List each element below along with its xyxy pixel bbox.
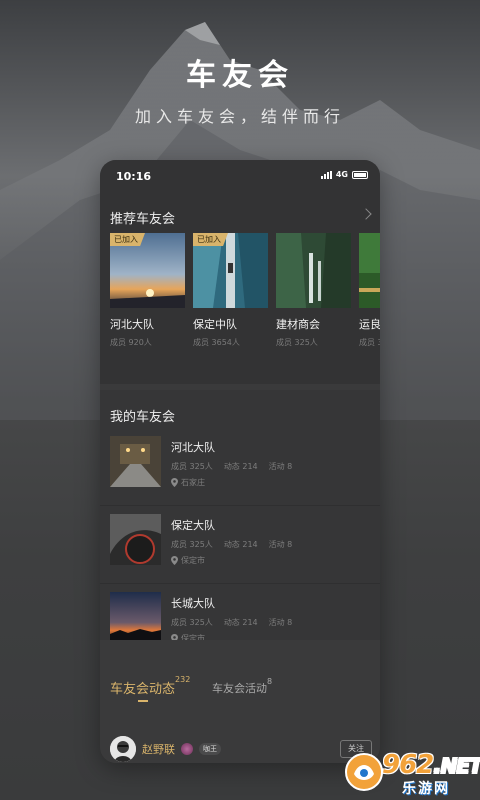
watermark-dot: .: [433, 754, 441, 779]
club-members: 成员 3654人: [193, 338, 240, 347]
tab-club-posts[interactable]: 车友会动态232: [110, 675, 191, 697]
club-stats: 成员 325人 动态 214 活动 8: [171, 461, 292, 472]
author-name[interactable]: 赵野联: [142, 741, 175, 757]
chevron-right-icon[interactable]: [360, 208, 372, 220]
network-type: 4G: [335, 170, 348, 179]
club-image-ice-road: 已加入: [193, 233, 268, 308]
event-count: 活动 8: [268, 462, 293, 471]
recommended-section: 推荐车友会 已加入 河北大队 成员 920人 已加入 保定中队 成员 3654人…: [100, 194, 380, 384]
author-level-badge: 咖王: [199, 743, 221, 755]
battery-icon: [352, 170, 368, 179]
recommended-card[interactable]: 已加入 河北大队 成员 920人: [110, 233, 185, 348]
club-thumbnail-dusk: [110, 592, 161, 643]
tab-indicator: [138, 700, 148, 702]
hero-title: 车友会: [186, 58, 294, 93]
tab-label: 车友会动态: [110, 682, 176, 697]
phone-screen: 10:16 4G 推荐车友会 已加入 河北大队 成员 920人 已加入 保定中队…: [100, 160, 380, 763]
status-bar: 10:16 4G: [100, 160, 380, 194]
signal-icon: [320, 170, 332, 179]
my-clubs-header: 我的车友会: [110, 410, 176, 425]
location-label: 石家庄: [181, 478, 205, 487]
club-location: 石家庄: [171, 477, 205, 488]
status-time: 10:16: [116, 170, 152, 183]
list-item[interactable]: 河北大队 成员 325人 动态 214 活动 8 石家庄: [100, 428, 380, 506]
member-count: 成员 325人: [171, 540, 213, 549]
member-count: 成员 325人: [171, 618, 213, 627]
location-pin-icon: [171, 556, 178, 565]
member-count: 成员 325人: [171, 462, 213, 471]
watermark-tld: NET: [440, 754, 480, 778]
status-icons: 4G: [320, 170, 368, 179]
club-image-forest: [359, 233, 380, 308]
tab-label: 车友会活动: [212, 682, 267, 695]
joined-badge: 已加入: [193, 233, 228, 246]
club-image-waterfall: [276, 233, 351, 308]
watermark-number: 962: [382, 750, 434, 780]
club-stats: 成员 325人 动态 214 活动 8: [171, 539, 292, 550]
feed-section: 车友会动态232 车友会活动8 赵野联 咖王 关注: [100, 640, 380, 763]
post-count: 动态 214: [223, 462, 258, 471]
club-name: 保定中队: [193, 318, 237, 331]
recommended-list: 已加入 河北大队 成员 920人 已加入 保定中队 成员 3654人 建材商会 …: [110, 233, 380, 348]
watermark-site-name: 乐游网: [402, 781, 450, 797]
location-label: 保定市: [181, 556, 205, 565]
club-location: 保定市: [171, 555, 205, 566]
post-count: 动态 214: [223, 618, 258, 627]
tab-club-events[interactable]: 车友会活动8: [212, 677, 273, 696]
watermark-logo-icon: [345, 753, 383, 791]
club-name: 河北大队: [171, 441, 215, 454]
club-name: 保定大队: [171, 519, 215, 532]
medal-icon: [181, 743, 193, 755]
watermark-brand: 962.NET: [382, 750, 480, 780]
club-name: 长城大队: [171, 597, 215, 610]
location-pin-icon: [171, 478, 178, 487]
club-members: 成员 325人: [276, 338, 318, 347]
post-count: 动态 214: [223, 540, 258, 549]
club-stats: 成员 325人 动态 214 活动 8: [171, 617, 292, 628]
recommended-card[interactable]: 建材商会 成员 325人: [276, 233, 351, 348]
tab-count: 232: [175, 675, 191, 684]
club-name: 河北大队: [110, 318, 154, 331]
recommended-header: 推荐车友会: [110, 212, 176, 227]
recommended-card[interactable]: 已加入 保定中队 成员 3654人: [193, 233, 268, 348]
tab-count: 8: [267, 677, 273, 686]
site-watermark: 962.NET 乐游网: [344, 748, 480, 798]
joined-badge: 已加入: [110, 233, 145, 246]
club-members: 成员 920人: [110, 338, 152, 347]
my-clubs-section: 我的车友会 河北大队 成员 325人 动态 214 活动 8 石家庄 保定大队 …: [100, 390, 380, 658]
club-name: 建材商会: [276, 318, 320, 331]
club-image-sunset: 已加入: [110, 233, 185, 308]
hero-subtitle: 加入车友会，结伴而行: [134, 107, 345, 126]
recommended-card[interactable]: 运良 成员 3: [359, 233, 380, 348]
avatar[interactable]: [110, 736, 136, 762]
club-thumbnail-car-detail: [110, 514, 161, 565]
post-author[interactable]: 赵野联 咖王: [110, 736, 221, 762]
event-count: 活动 8: [268, 618, 293, 627]
event-count: 活动 8: [268, 540, 293, 549]
club-thumbnail-street: [110, 436, 161, 487]
club-members: 成员 3: [359, 338, 380, 347]
list-item[interactable]: 保定大队 成员 325人 动态 214 活动 8 保定市: [100, 506, 380, 584]
club-name: 运良: [359, 318, 380, 331]
